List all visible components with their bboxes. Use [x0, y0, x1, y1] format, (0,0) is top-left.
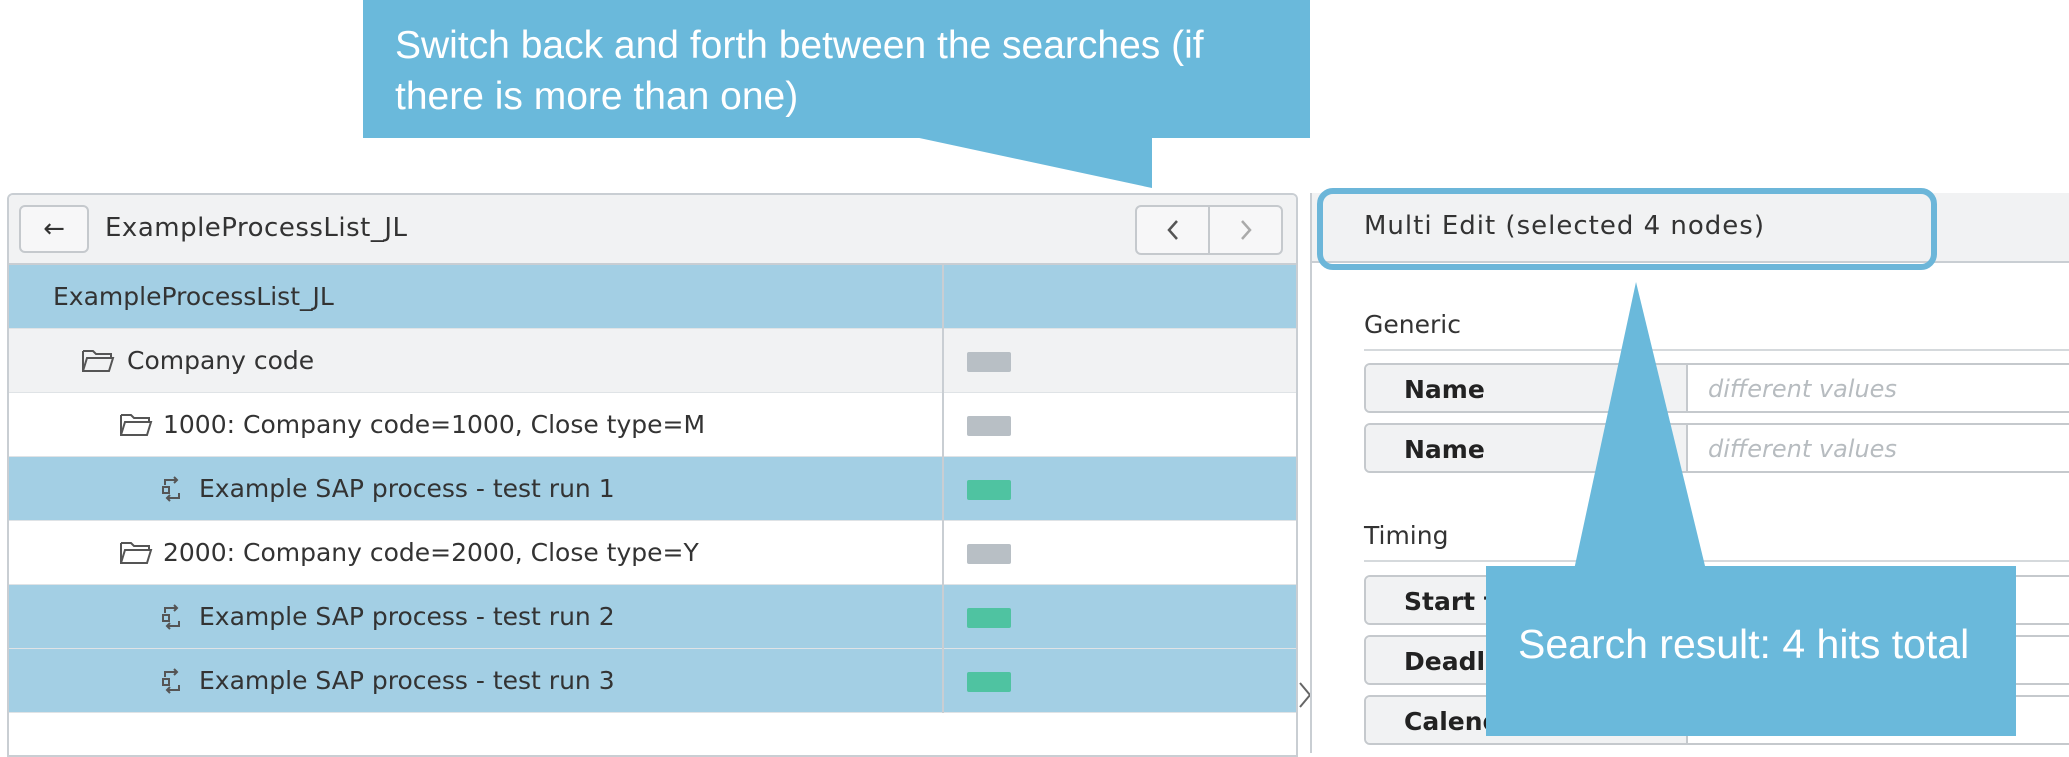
callout-text: Search result: 4 hits total	[1518, 621, 1970, 667]
callout-text: Switch back and forth between the search…	[395, 24, 1204, 118]
top-callout-pointer	[910, 136, 1152, 188]
search-result-callout: Search result: 4 hits total	[1486, 566, 2016, 736]
search-navigation-callout: Switch back and forth between the search…	[363, 0, 1310, 138]
bottom-callout-pointer	[1574, 282, 1706, 570]
